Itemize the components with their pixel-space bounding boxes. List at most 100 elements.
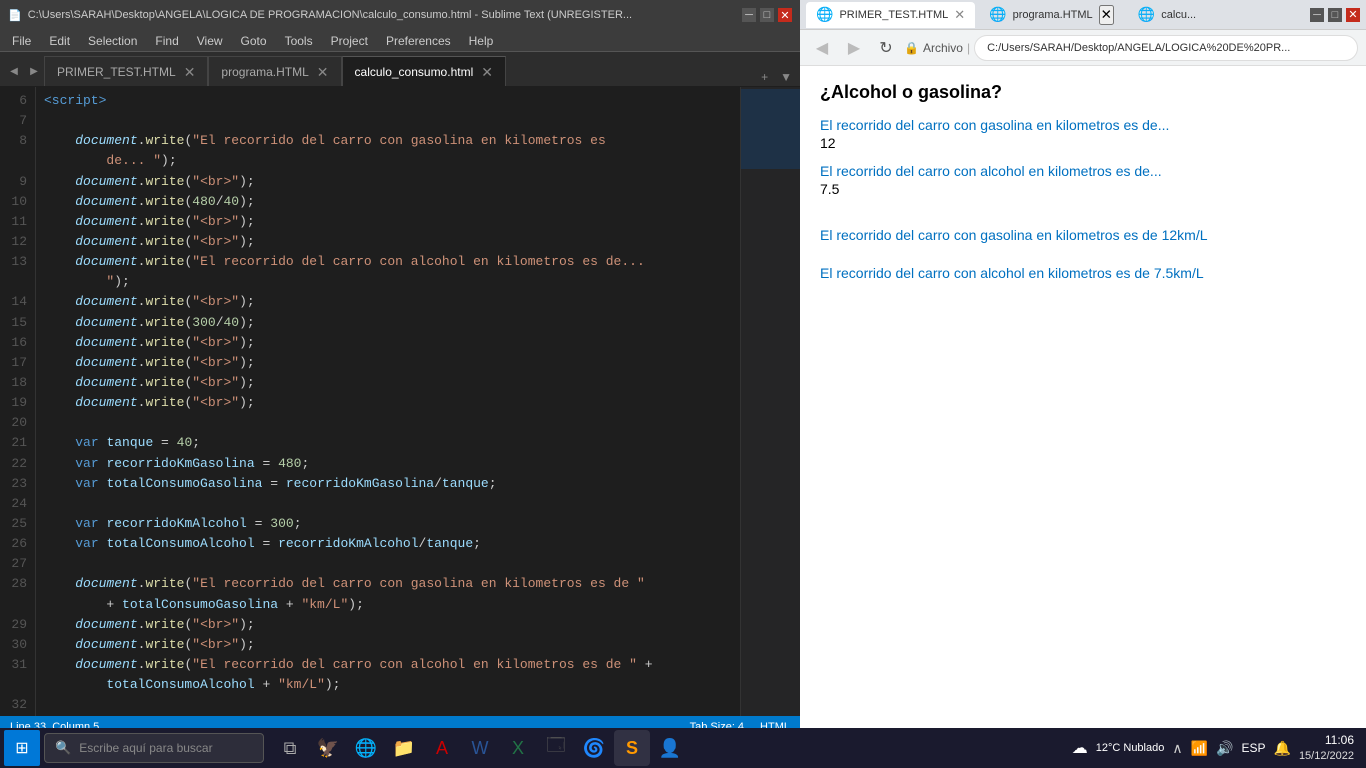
content-line-2: 12 [820, 135, 1346, 151]
network-icon[interactable]: 📶 [1191, 740, 1208, 757]
chrome-button[interactable]: 🌐 [348, 730, 384, 766]
browser-tab-programa-label: programa.HTML [1013, 9, 1093, 21]
content-line-1: El recorrido del carro con gasolina en k… [820, 117, 1346, 133]
person-icon: 👤 [659, 738, 681, 759]
browser-tab-programa-close[interactable]: ✕ [1099, 5, 1114, 25]
browser-maximize[interactable]: □ [1328, 8, 1342, 22]
close-button[interactable]: ✕ [778, 8, 792, 22]
menu-find[interactable]: Find [147, 32, 186, 50]
code-content[interactable]: <script> document.write("El recorrido de… [36, 87, 740, 738]
new-tab-button[interactable]: + [757, 68, 772, 86]
chrome2-icon: 🌀 [583, 738, 605, 759]
notification-icon[interactable]: 🔔 [1274, 740, 1291, 757]
browser-tab-calcu[interactable]: 🌐 calcu... [1128, 2, 1206, 28]
tab-list-button[interactable]: ▼ [776, 68, 796, 86]
content-line-5: El recorrido del carro con gasolina en k… [820, 227, 1346, 243]
editor-title-text: C:\Users\SARAH\Desktop\ANGELA\LOGICA DE … [28, 9, 632, 21]
title-bar-left: 📄 C:\Users\SARAH\Desktop\ANGELA\LOGICA D… [8, 9, 632, 22]
tab-primer-label: PRIMER_TEST.HTML [57, 65, 176, 79]
menu-help[interactable]: Help [461, 32, 502, 50]
taskbar-app-icons: ⧉ 🦅 🌐 📁 A W X 🗔 🌀 [272, 730, 688, 766]
sublime-button[interactable]: S [614, 730, 650, 766]
browser-content: ¿Alcohol o gasolina? El recorrido del ca… [800, 66, 1366, 756]
tab-programa[interactable]: programa.HTML ✕ [208, 56, 341, 86]
taskbar-search-bar[interactable]: 🔍 Escribe aquí para buscar [44, 733, 264, 763]
person-button[interactable]: 👤 [652, 730, 688, 766]
title-bar-controls: ─ □ ✕ [742, 8, 792, 22]
chrome-icon: 🌐 [355, 738, 377, 759]
file-explorer-button[interactable]: 📁 [386, 730, 422, 766]
tab-next-button[interactable]: ▶ [24, 56, 44, 86]
forward-button[interactable]: ▶ [840, 34, 868, 62]
maximize-button[interactable]: □ [760, 8, 774, 22]
browser-close[interactable]: ✕ [1346, 8, 1360, 22]
browser-tab-primer-close[interactable]: ✕ [954, 7, 965, 23]
search-placeholder: Escribe aquí para buscar [79, 741, 212, 755]
editor-tabs-bar: ◀ ▶ PRIMER_TEST.HTML ✕ programa.HTML ✕ c… [0, 52, 800, 87]
address-bar[interactable] [974, 35, 1358, 61]
time-display: 11:06 [1299, 732, 1354, 749]
excel-icon: X [512, 738, 524, 759]
browser-controls: ◀ ▶ ↻ 🔒 Archivo | [800, 30, 1366, 66]
app-a-icon: A [436, 738, 448, 759]
menu-preferences[interactable]: Preferences [378, 32, 459, 50]
refresh-button[interactable]: ↻ [872, 34, 900, 62]
menu-edit[interactable]: Edit [41, 32, 78, 50]
lock-icon: 🔒 [904, 41, 919, 55]
windows-icon: ⊞ [15, 738, 28, 758]
chevron-up-icon[interactable]: ∧ [1172, 740, 1182, 757]
menu-goto[interactable]: Goto [233, 32, 275, 50]
tab-primer-close[interactable]: ✕ [184, 65, 196, 79]
browser-tab-calcu-label: calcu... [1161, 9, 1196, 21]
minimap [740, 87, 800, 738]
bird-icon: 🦅 [317, 738, 339, 759]
app-a-button[interactable]: A [424, 730, 460, 766]
minimize-button[interactable]: ─ [742, 8, 756, 22]
tab-primer-test[interactable]: PRIMER_TEST.HTML ✕ [44, 56, 208, 86]
content-line-6: El recorrido del carro con alcohol en ki… [820, 265, 1346, 281]
tab-calculo[interactable]: calculo_consumo.html ✕ [342, 56, 506, 86]
task-view-icon: ⧉ [284, 738, 297, 759]
chrome2-button[interactable]: 🌀 [576, 730, 612, 766]
weather-icon: ☁ [1072, 738, 1088, 758]
word-button[interactable]: W [462, 730, 498, 766]
task-view-button[interactable]: ⧉ [272, 730, 308, 766]
taskbar-right: ☁ 12°C Nublado ∧ 📶 🔊 ESP 🔔 11:06 15/12/2… [1072, 732, 1362, 764]
tab-programa-close[interactable]: ✕ [317, 65, 329, 79]
browser-tab-primer-label: PRIMER_TEST.HTML [839, 9, 948, 21]
word-icon: W [472, 738, 489, 759]
excel-button[interactable]: X [500, 730, 536, 766]
menu-selection[interactable]: Selection [80, 32, 145, 50]
editor-window: 📄 C:\Users\SARAH\Desktop\ANGELA\LOGICA D… [0, 0, 800, 738]
code-area: 6 7 8 9 10 11 12 13 14 15 16 17 18 19 20… [0, 87, 800, 738]
weather-text: 12°C Nublado [1096, 742, 1165, 754]
back-button[interactable]: ◀ [808, 34, 836, 62]
date-display: 15/12/2022 [1299, 749, 1354, 764]
browser-tab-primer[interactable]: 🌐 PRIMER_TEST.HTML ✕ [806, 2, 975, 28]
clock[interactable]: 11:06 15/12/2022 [1299, 732, 1354, 764]
menu-tools[interactable]: Tools [277, 32, 321, 50]
taskbar: ⊞ 🔍 Escribe aquí para buscar ⧉ 🦅 🌐 📁 A W [0, 728, 1366, 768]
start-button[interactable]: ⊞ [4, 730, 40, 766]
menu-file[interactable]: File [4, 32, 39, 50]
editor-title-bar: 📄 C:\Users\SARAH\Desktop\ANGELA\LOGICA D… [0, 0, 800, 30]
browser-tab-programa[interactable]: 🌐 programa.HTML ✕ [979, 2, 1124, 28]
content-line-3: El recorrido del carro con alcohol en ki… [820, 163, 1346, 179]
browser-minimize[interactable]: ─ [1310, 8, 1324, 22]
sublime-icon: S [626, 738, 638, 759]
browser-panel: 🌐 PRIMER_TEST.HTML ✕ 🌐 programa.HTML ✕ 🌐… [800, 0, 1366, 768]
app2-button[interactable]: 🗔 [538, 730, 574, 766]
app2-icon: 🗔 [546, 733, 566, 763]
menu-project[interactable]: Project [323, 32, 376, 50]
bird-app-button[interactable]: 🦅 [310, 730, 346, 766]
minimap-thumbnail [741, 89, 800, 169]
browser-title-bar: 🌐 PRIMER_TEST.HTML ✕ 🌐 programa.HTML ✕ 🌐… [800, 0, 1366, 30]
content-line-4: 7.5 [820, 181, 1346, 197]
folder-icon: 📁 [393, 738, 415, 759]
archivo-label: Archivo [923, 41, 963, 55]
speaker-icon[interactable]: 🔊 [1216, 740, 1233, 757]
tab-prev-button[interactable]: ◀ [4, 56, 24, 86]
tab-calculo-close[interactable]: ✕ [481, 65, 493, 79]
language-indicator: ESP [1241, 741, 1265, 755]
menu-view[interactable]: View [189, 32, 231, 50]
